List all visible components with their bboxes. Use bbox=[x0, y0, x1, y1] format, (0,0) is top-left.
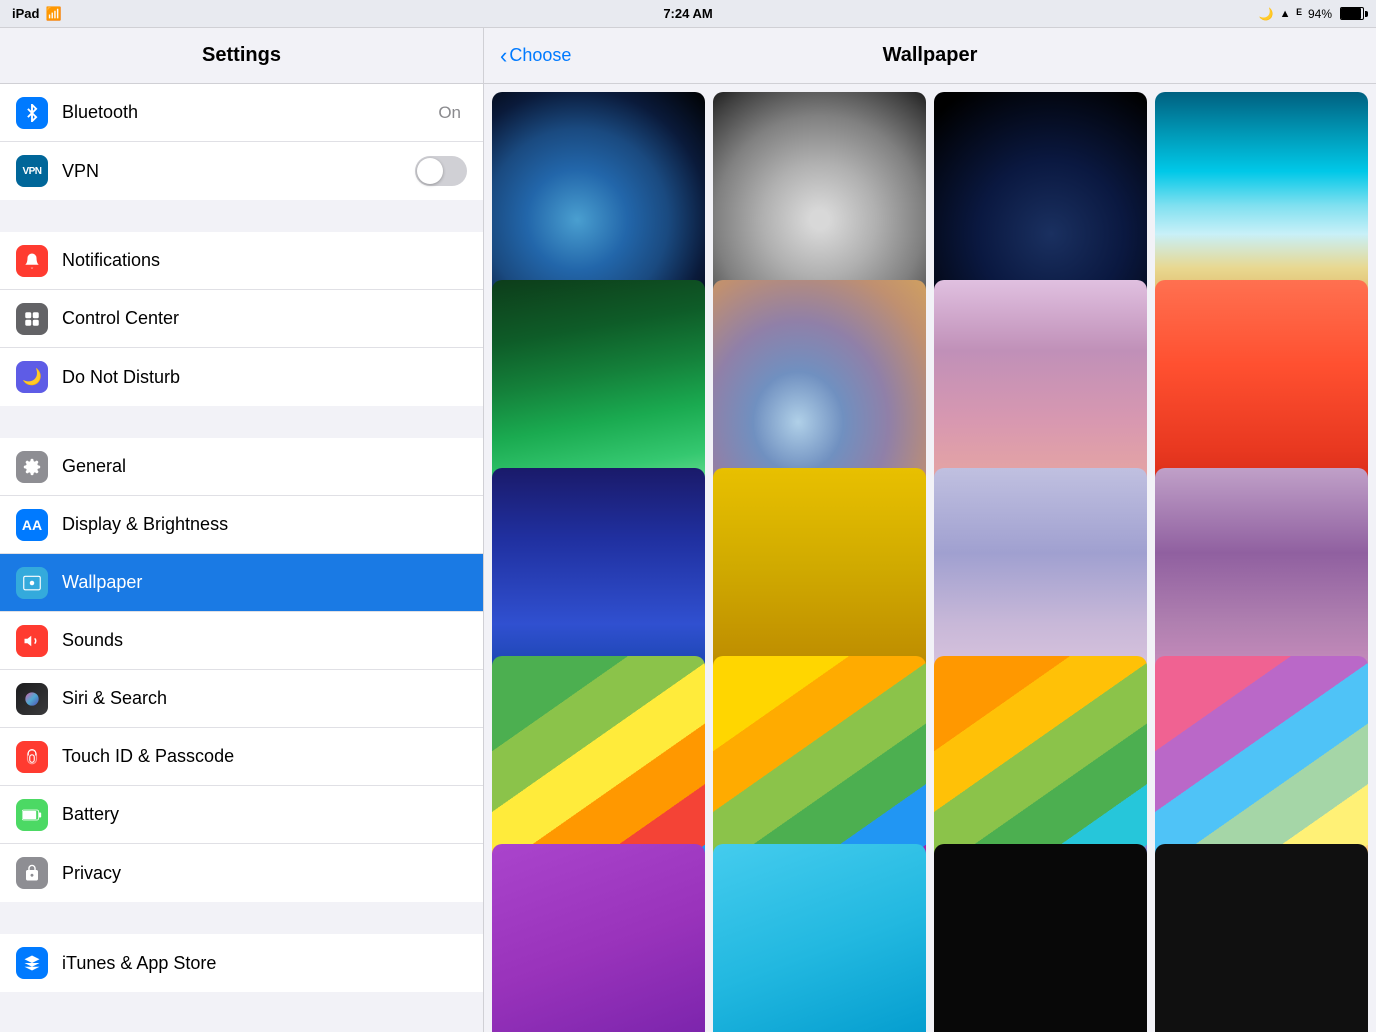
back-chevron-icon: ‹ bbox=[500, 45, 507, 67]
wallpaper-item-black2[interactable] bbox=[1155, 844, 1368, 1032]
sidebar-item-battery[interactable]: Battery bbox=[0, 786, 483, 844]
connectivity-section: Bluetooth On VPN VPN bbox=[0, 84, 483, 200]
divider-3 bbox=[0, 902, 483, 934]
bluetooth-label: Bluetooth bbox=[62, 102, 438, 123]
back-button[interactable]: ‹ Choose bbox=[500, 45, 571, 67]
vpn-label: VPN bbox=[62, 161, 415, 182]
wallpaper-item-black1[interactable] bbox=[934, 844, 1147, 1032]
wallpaper-content: ‹ Choose Wallpaper bbox=[484, 28, 1376, 1032]
control-center-label: Control Center bbox=[62, 308, 467, 329]
general-label: General bbox=[62, 456, 467, 477]
sounds-label: Sounds bbox=[62, 630, 467, 651]
touchid-icon bbox=[16, 741, 48, 773]
wallpaper-item-cyan[interactable] bbox=[713, 844, 926, 1032]
appstore-label: iTunes & App Store bbox=[62, 953, 467, 974]
wallpaper-label: Wallpaper bbox=[62, 572, 467, 593]
moon-icon: 🌙 bbox=[1259, 7, 1274, 21]
device-name: iPad bbox=[12, 6, 39, 21]
battery-icon bbox=[1340, 7, 1364, 20]
vpn-toggle[interactable] bbox=[415, 156, 467, 186]
sidebar-item-siri[interactable]: Siri & Search bbox=[0, 670, 483, 728]
battery-label: Battery bbox=[62, 804, 467, 825]
privacy-label: Privacy bbox=[62, 863, 467, 884]
divider-1 bbox=[0, 200, 483, 232]
do-not-disturb-label: Do Not Disturb bbox=[62, 367, 467, 388]
content-title: Wallpaper bbox=[883, 44, 978, 67]
wifi-icon: 📶 bbox=[45, 6, 61, 22]
wallpaper-icon bbox=[16, 567, 48, 599]
status-time: 7:24 AM bbox=[663, 6, 712, 21]
status-bar: iPad 📶 7:24 AM 🌙 ▲ ᴱ 94% bbox=[0, 0, 1376, 28]
sidebar-title: Settings bbox=[202, 44, 281, 67]
status-left: iPad 📶 bbox=[12, 6, 62, 22]
personalization-section: General AA Display & Brightness Wallpape… bbox=[0, 438, 483, 902]
location-icon: ▲ bbox=[1280, 8, 1291, 20]
sidebar-item-vpn[interactable]: VPN VPN bbox=[0, 142, 483, 200]
sidebar-item-privacy[interactable]: Privacy bbox=[0, 844, 483, 902]
appstore-icon bbox=[16, 947, 48, 979]
bluetooth-icon: ᴱ bbox=[1297, 6, 1302, 21]
battery-settings-icon bbox=[16, 799, 48, 831]
display-label: Display & Brightness bbox=[62, 514, 467, 535]
sidebar-item-do-not-disturb[interactable]: 🌙 Do Not Disturb bbox=[0, 348, 483, 406]
battery-percentage: 94% bbox=[1308, 7, 1332, 21]
vpn-icon: VPN bbox=[16, 155, 48, 187]
touchid-label: Touch ID & Passcode bbox=[62, 746, 467, 767]
wallpaper-grid bbox=[484, 84, 1376, 1032]
sidebar-item-display[interactable]: AA Display & Brightness bbox=[0, 496, 483, 554]
sidebar-item-general[interactable]: General bbox=[0, 438, 483, 496]
notifications-icon bbox=[16, 245, 48, 277]
privacy-icon bbox=[16, 857, 48, 889]
sidebar-item-notifications[interactable]: Notifications bbox=[0, 232, 483, 290]
content-header: ‹ Choose Wallpaper bbox=[484, 28, 1376, 84]
do-not-disturb-icon: 🌙 bbox=[16, 361, 48, 393]
sidebar-item-control-center[interactable]: Control Center bbox=[0, 290, 483, 348]
system-section: Notifications Control Center 🌙 Do Not Di… bbox=[0, 232, 483, 406]
store-section: iTunes & App Store bbox=[0, 934, 483, 992]
control-center-icon bbox=[16, 303, 48, 335]
wallpaper-item-purple[interactable] bbox=[492, 844, 705, 1032]
bluetooth-icon bbox=[16, 97, 48, 129]
sidebar-item-bluetooth[interactable]: Bluetooth On bbox=[0, 84, 483, 142]
status-right: 🌙 ▲ ᴱ 94% bbox=[1259, 6, 1364, 21]
main-layout: Settings Bluetooth On VPN VPN bbox=[0, 28, 1376, 1032]
bluetooth-value: On bbox=[438, 103, 461, 123]
sidebar-list: Bluetooth On VPN VPN Notifications bbox=[0, 84, 483, 1032]
back-label: Choose bbox=[509, 45, 571, 66]
notifications-label: Notifications bbox=[62, 250, 467, 271]
sidebar-item-touchid[interactable]: Touch ID & Passcode bbox=[0, 728, 483, 786]
sidebar-header: Settings bbox=[0, 28, 483, 84]
siri-label: Siri & Search bbox=[62, 688, 467, 709]
siri-icon bbox=[16, 683, 48, 715]
sidebar-item-sounds[interactable]: Sounds bbox=[0, 612, 483, 670]
display-icon: AA bbox=[16, 509, 48, 541]
sidebar-item-wallpaper[interactable]: Wallpaper bbox=[0, 554, 483, 612]
sounds-icon bbox=[16, 625, 48, 657]
sidebar-item-appstore[interactable]: iTunes & App Store bbox=[0, 934, 483, 992]
general-icon bbox=[16, 451, 48, 483]
sidebar: Settings Bluetooth On VPN VPN bbox=[0, 28, 484, 1032]
divider-2 bbox=[0, 406, 483, 438]
